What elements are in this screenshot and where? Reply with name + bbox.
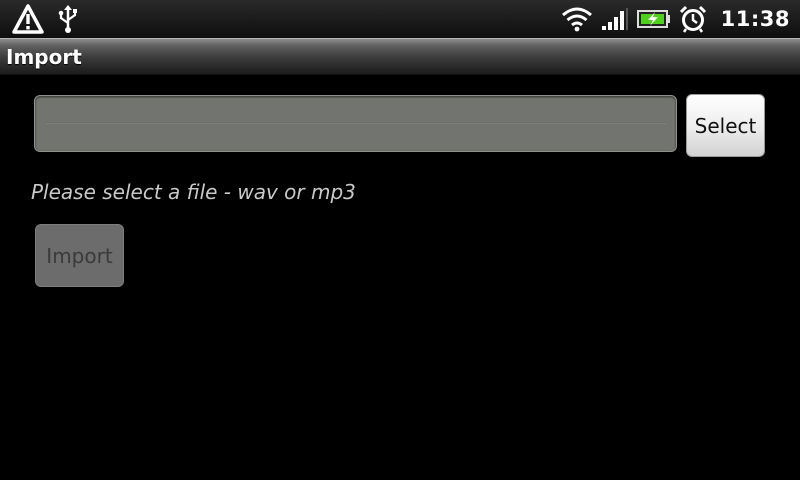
page-title: Import [6, 44, 82, 69]
status-clock: 11:38 [720, 7, 790, 31]
system-icons: 11:38 [561, 5, 800, 33]
notification-icons [0, 4, 80, 34]
battery-icon [636, 9, 671, 29]
wifi-icon [561, 6, 593, 32]
signal-icon [601, 7, 629, 31]
status-bar: 11:38 [0, 0, 800, 38]
file-hint: Please select a file - wav or mp3 [31, 180, 356, 204]
warning-icon [12, 4, 44, 34]
select-button[interactable]: Select [686, 94, 765, 157]
usb-icon [56, 4, 80, 34]
file-path-input[interactable] [34, 95, 677, 152]
alarm-icon [679, 5, 707, 33]
import-button[interactable]: Import [35, 224, 124, 287]
title-bar: Import [0, 38, 800, 75]
